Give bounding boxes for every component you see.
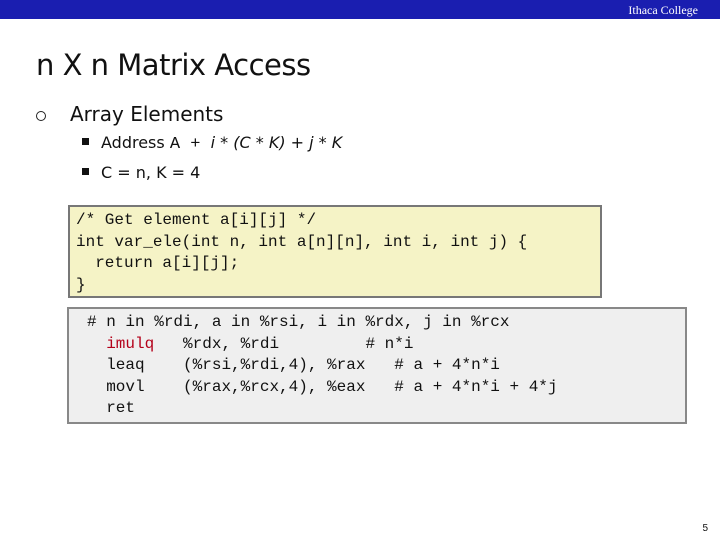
asm-code-box: # n in %rdi, a in %rsi, i in %rdx, j in …	[67, 307, 687, 424]
params-text: C = n, K = 4	[101, 163, 201, 182]
asm-op: ret	[106, 399, 136, 417]
institution-name: Ithaca College	[628, 3, 698, 17]
asm-args: %rdx, %rdi	[183, 334, 337, 353]
asm-cmt: # n*i	[365, 334, 414, 353]
asm-op: leaq	[106, 356, 155, 374]
circle-bullet-icon	[36, 111, 46, 121]
square-bullet-icon	[82, 138, 89, 145]
asm-args: (%rsi,%rdi,4), %rax	[183, 356, 366, 374]
sub-bullet-address: Address A + i * (C * K) + j * K	[82, 133, 342, 154]
c-line: }	[76, 275, 86, 294]
asm-args: (%rax,%rcx,4), %eax	[183, 377, 366, 396]
asm-code: # n in %rdi, a in %rsi, i in %rdx, j in …	[87, 312, 558, 420]
sub-bullet-params: C = n, K = 4	[82, 163, 200, 182]
c-line: int var_ele(int n, int a[n][n], int i, i…	[76, 232, 528, 251]
address-prefix: Address	[101, 133, 170, 152]
c-line: return a[i][j];	[76, 254, 240, 272]
c-code-box: /* Get element a[i][j] */ int var_ele(in…	[68, 205, 602, 298]
asm-comment: # n in %rdi, a in %rsi, i in %rdx, j in …	[87, 313, 510, 331]
page-number: 5	[702, 523, 708, 534]
c-code: /* Get element a[i][j] */ int var_ele(in…	[76, 210, 527, 296]
square-bullet-icon	[82, 168, 89, 175]
c-line: /* Get element a[i][j] */	[76, 211, 317, 229]
header-bar: Ithaca College	[0, 0, 720, 19]
bullet-array-elements: Array Elements	[70, 102, 224, 126]
asm-op: movl	[106, 377, 155, 396]
slide-title: n X n Matrix Access	[36, 48, 311, 82]
address-formula: i * (C * K) + j * K	[210, 133, 343, 152]
address-base: A +	[169, 135, 211, 154]
asm-cmt: # a + 4*n*i	[394, 356, 500, 374]
asm-op: imulq	[106, 334, 155, 353]
asm-cmt: # a + 4*n*i + 4*j	[394, 377, 558, 396]
